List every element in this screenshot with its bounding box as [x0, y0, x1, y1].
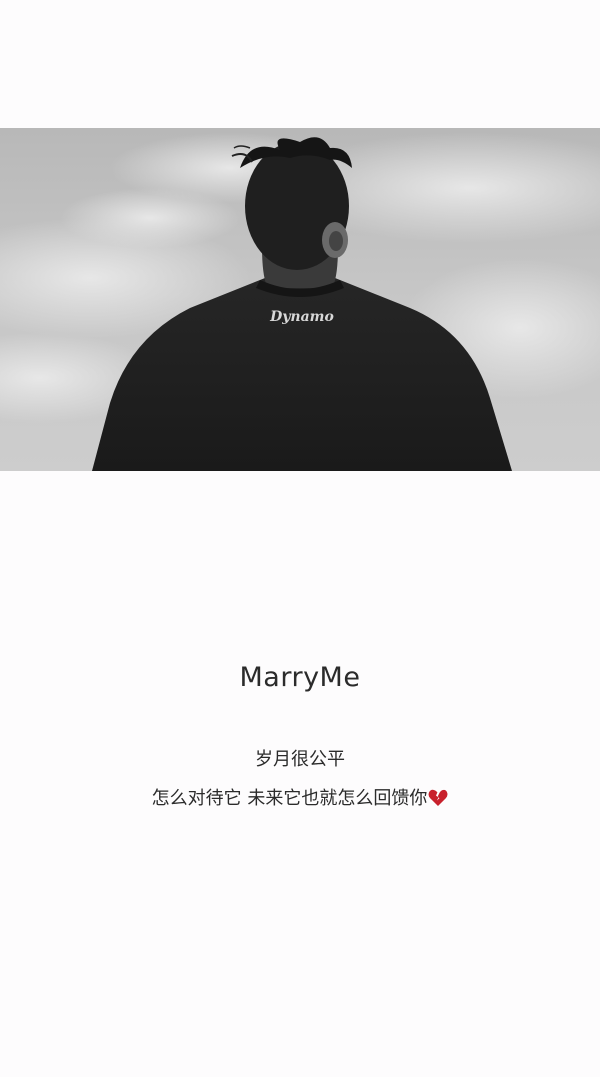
caption-line-2-text: 怎么对待它 未来它也就怎么回馈你 [151, 788, 428, 809]
shirt-logo: Dynamo [269, 309, 334, 325]
caption-line-1: 岁月很公平 [255, 749, 345, 770]
caption-line-2: 怎么对待它 未来它也就怎么回馈你 [0, 784, 600, 812]
grayscale-photo: Dynamo [0, 128, 600, 471]
post-title: MarryMe [239, 662, 361, 693]
broken-heart-icon [428, 789, 448, 812]
photo-banner: Dynamo [0, 128, 600, 471]
